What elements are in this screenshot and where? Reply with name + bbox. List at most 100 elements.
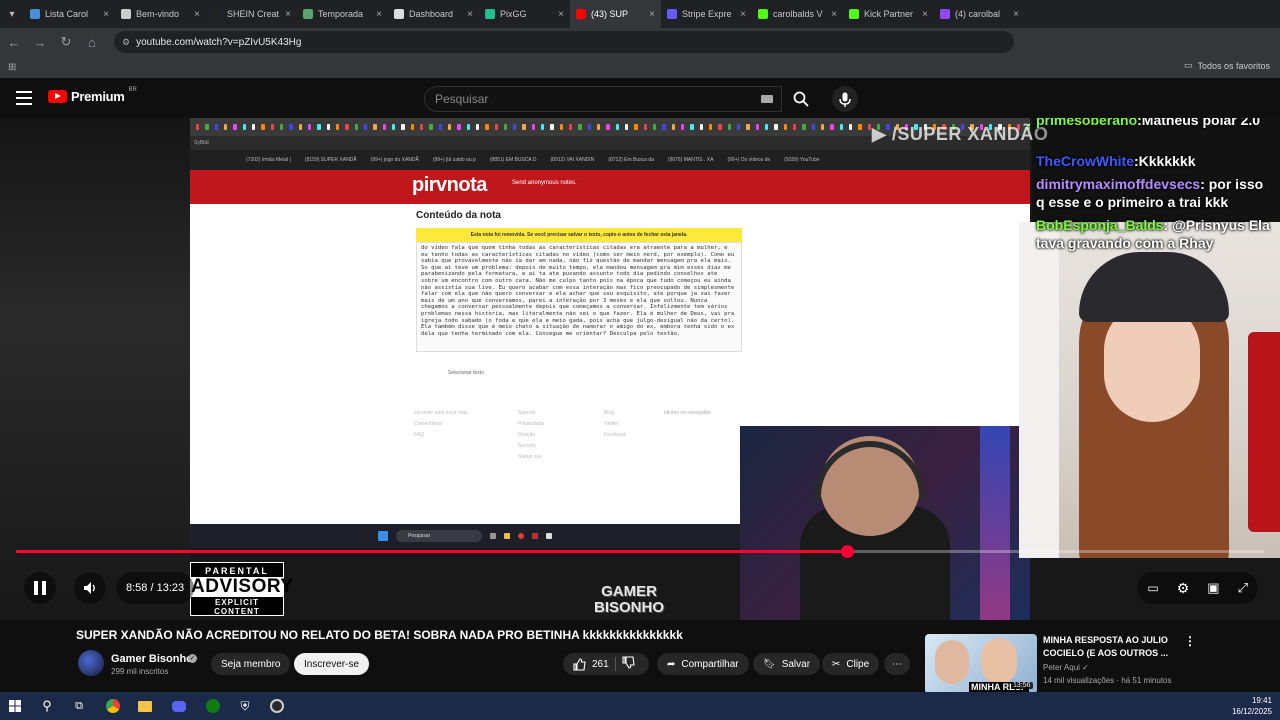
chrome-icon[interactable] [104, 697, 122, 715]
footer-link: Status nuv [518, 454, 542, 460]
theater-mode-icon[interactable]: ▣ [1207, 580, 1219, 596]
tab-search-chevron-icon[interactable]: ▾ [0, 0, 24, 28]
app-icon [532, 533, 538, 539]
recommended-meta: 14 mil visualizações · há 51 minutos [1043, 676, 1172, 685]
chrome-icon [518, 533, 524, 539]
recommended-duration: 13:56 [1011, 682, 1033, 689]
captured-tab-icon [709, 124, 713, 130]
browser-tab[interactable]: (43) SUP × [570, 0, 661, 28]
tab-close-icon[interactable]: × [103, 9, 109, 20]
tab-close-icon[interactable]: × [194, 9, 200, 20]
xbox-icon[interactable] [204, 697, 222, 715]
subscribe-button[interactable]: Inscrever-se [294, 653, 370, 675]
search-button[interactable] [782, 86, 820, 112]
player-controls: 8:58 / 13:23 ▭ ⚙ ▣ ⤢ [0, 566, 1280, 606]
tab-title: Dashboard [409, 9, 454, 19]
chat-username: primesoberano [1036, 118, 1138, 128]
tab-close-icon[interactable]: × [285, 9, 291, 20]
browser-tab[interactable]: PixGG × [479, 0, 570, 28]
share-button[interactable]: ➦ Compartilhar [657, 653, 749, 675]
tab-close-icon[interactable]: × [922, 9, 928, 20]
recommended-more-icon[interactable]: ⋮ [1184, 634, 1196, 648]
save-button[interactable]: 🔖︎ Salvar [753, 653, 821, 675]
volume-button[interactable] [74, 572, 106, 604]
home-icon[interactable]: ⌂ [80, 30, 104, 54]
reload-icon[interactable]: ↻ [54, 30, 78, 54]
app-icon[interactable] [268, 697, 286, 715]
captured-tab-icon [401, 124, 405, 130]
captured-tab-icon [774, 124, 778, 130]
join-member-button[interactable]: Seja membro [211, 653, 291, 675]
captured-tab-icon [447, 124, 452, 130]
browser-tab[interactable]: Dashboard × [388, 0, 479, 28]
tab-favicon-icon [485, 9, 495, 19]
pause-button[interactable] [24, 572, 56, 604]
search-input[interactable]: Pesquisar [424, 86, 782, 112]
apps-grid-icon[interactable]: ⊞ [8, 62, 16, 73]
browser-tab[interactable]: (4) carolbal × [934, 0, 1025, 28]
logo-text: Premium [71, 89, 125, 104]
back-arrow-icon[interactable]: ← [2, 30, 26, 54]
all-favorites-folder[interactable]: ▭ Todos os favoritos [1184, 60, 1270, 71]
footer-link: Blog [604, 410, 615, 416]
captured-tab-icon [690, 124, 694, 130]
captured-tab-icon [438, 124, 442, 130]
browser-tab[interactable]: SHEIN Creat × [206, 0, 297, 28]
recommended-channel[interactable]: Peter Aqui ✓ [1043, 663, 1089, 672]
captured-tab-icon [765, 124, 769, 130]
time-display: 8:58 / 13:23 [116, 572, 195, 604]
tab-close-icon[interactable]: × [1013, 9, 1019, 20]
captured-tab-icon [223, 124, 228, 130]
recommended-title[interactable]: MINHA RESPOSTA AO JULIO COCIELO (E AOS O… [1043, 634, 1183, 660]
browser-tab[interactable]: carolbalds V × [752, 0, 843, 28]
forward-arrow-icon[interactable]: → [28, 30, 52, 54]
fullscreen-icon[interactable]: ⤢ [1238, 580, 1248, 596]
tab-close-icon[interactable]: × [558, 9, 564, 20]
keyboard-icon[interactable] [761, 95, 773, 103]
captured-tab-icon [746, 124, 750, 130]
captured-tab-icon [242, 124, 246, 130]
settings-gear-icon[interactable]: ⚙ [1177, 580, 1190, 597]
more-actions-button[interactable]: ⋯ [884, 653, 910, 675]
search-icon[interactable]: ⚲ [38, 697, 56, 715]
browser-tab[interactable]: Temporada × [297, 0, 388, 28]
system-clock[interactable]: 19:41 16/12/2025 [1232, 695, 1272, 717]
tab-close-icon[interactable]: × [376, 9, 382, 20]
tab-close-icon[interactable]: × [467, 9, 473, 20]
voice-search-button[interactable] [832, 86, 858, 112]
tab-close-icon[interactable]: × [649, 9, 655, 20]
tab-favicon-icon [849, 9, 859, 19]
windows-start-icon[interactable] [6, 697, 24, 715]
browser-tab[interactable]: Kick Partner × [843, 0, 934, 28]
channel-avatar[interactable] [78, 650, 104, 676]
tab-close-icon[interactable]: × [831, 9, 837, 20]
menu-hamburger-icon[interactable] [16, 91, 32, 105]
site-info-icon[interactable]: ⚙ [122, 37, 130, 48]
channel-name[interactable]: Gamer Bisonho [111, 653, 193, 665]
browser-tab[interactable]: Lista Carol × [24, 0, 115, 28]
captured-tab-icon [382, 124, 386, 130]
dislike-button[interactable] [622, 656, 635, 672]
like-button[interactable]: 261 [573, 657, 609, 671]
clip-button[interactable]: ✂ Clipe [822, 653, 880, 675]
file-explorer-icon[interactable] [136, 697, 154, 715]
progress-bar[interactable] [16, 545, 1264, 558]
subtitles-icon[interactable]: ▭ [1147, 581, 1158, 595]
video-player[interactable]: SyBbE (7202) Irmão Metal | (8159) SUPER X… [0, 118, 1280, 620]
shield-icon[interactable]: ⛨ [236, 697, 254, 715]
tab-close-icon[interactable]: × [740, 9, 746, 20]
youtube-logo[interactable]: Premium BR [48, 87, 137, 104]
tab-favicon-icon [30, 9, 40, 19]
captured-tab-icon [196, 124, 200, 130]
footer-col-3: Blog Twitter Facebook [604, 408, 626, 441]
browser-tab[interactable]: Stripe Expre × [661, 0, 752, 28]
chat-message: dimitrymaximoffdevsecs: por isso q esse … [1036, 175, 1272, 211]
browser-tab[interactable]: Bem-vindo × [115, 0, 206, 28]
url-bar[interactable]: ⚙ youtube.com/watch?v=pZIvU5K43Hg [114, 31, 1014, 53]
captured-tab-icon [391, 124, 396, 130]
task-view-icon[interactable]: ⧉ [70, 697, 88, 715]
captured-tab-icon [475, 124, 480, 130]
captured-tab-icon [625, 124, 629, 130]
captured-tab-icon [820, 124, 825, 130]
discord-icon[interactable] [170, 697, 188, 715]
